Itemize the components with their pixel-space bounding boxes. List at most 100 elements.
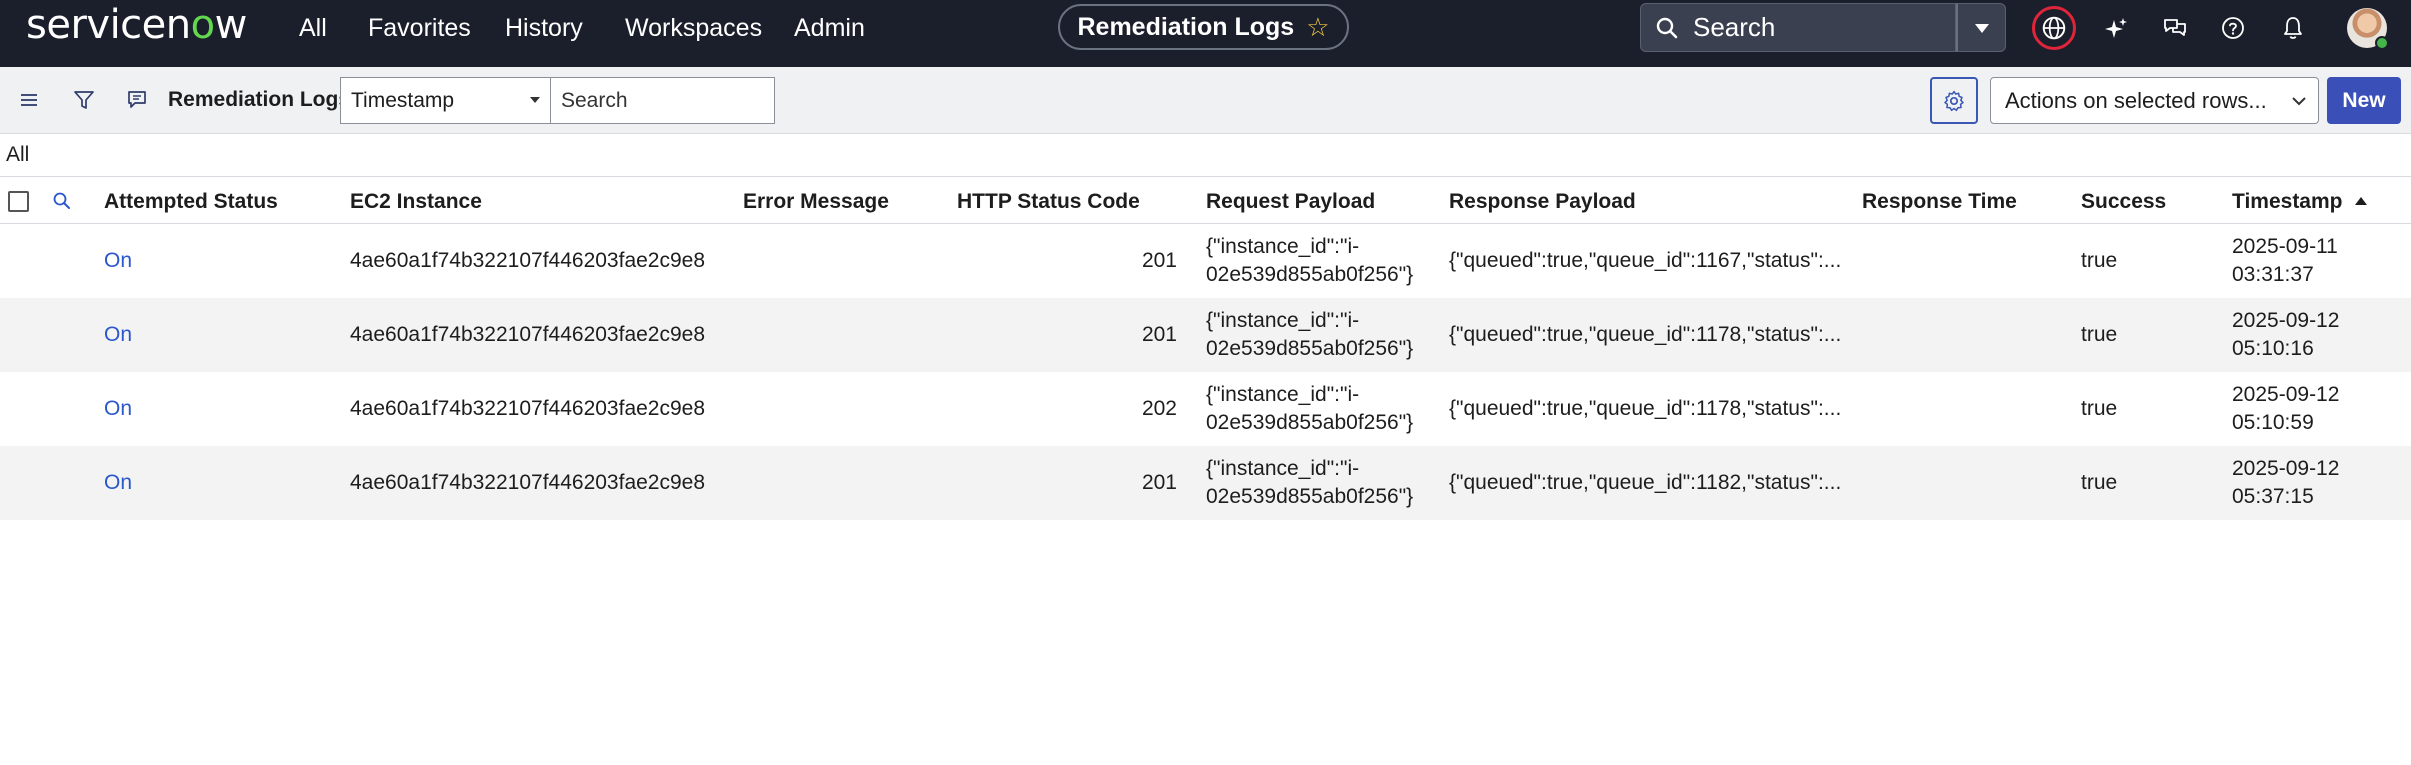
cell-response-payload: {"queued":true,"queue_id":1178,"status":… <box>1449 323 1842 346</box>
cell-timestamp-date: 2025-09-12 <box>2232 309 2340 332</box>
cell-request-payload: {"instance_id":"i- 02e539d855ab0f256"} <box>1206 381 1413 437</box>
table-header: Attempted Status EC2 Instance Error Mess… <box>0 177 2411 224</box>
cell-response-payload: {"queued":true,"queue_id":1178,"status":… <box>1449 397 1842 420</box>
global-search-input[interactable]: Search <box>1640 3 1956 52</box>
cell-timestamp-time: 05:37:15 <box>2232 485 2314 508</box>
chevron-down-icon <box>2292 97 2306 106</box>
cell-request-payload-line-1: {"instance_id":"i- <box>1206 457 1360 480</box>
breadcrumb[interactable]: All <box>6 143 29 167</box>
cell-response-payload: {"queued":true,"queue_id":1182,"status":… <box>1449 471 1842 494</box>
list-context-icon[interactable] <box>122 85 152 115</box>
sparkle-icon[interactable] <box>2096 8 2136 48</box>
logo-text-end: w <box>214 2 248 48</box>
cell-ec2-instance: 4ae60a1f74b322107f446203fae2c9e8 <box>350 397 706 420</box>
cell-ec2-instance: 4ae60a1f74b322107f446203fae2c9e8 <box>350 471 706 494</box>
column-header-success[interactable]: Success <box>2081 190 2166 214</box>
nav-workspaces[interactable]: Workspaces <box>625 14 762 43</box>
cell-ec2-instance: 4ae60a1f74b322107f446203fae2c9e8 <box>350 323 706 346</box>
search-scope-dropdown[interactable] <box>1956 3 2006 52</box>
cell-ec2-instance: 4ae60a1f74b322107f446203fae2c9e8 <box>350 249 706 272</box>
top-navigation-bar: servicenow All Favorites History Workspa… <box>0 0 2411 67</box>
cell-request-payload-line-2: 02e539d855ab0f256"} <box>1206 263 1414 286</box>
table-row[interactable]: On 4ae60a1f74b322107f446203fae2c9e8 201 … <box>0 298 2411 372</box>
column-header-ec2-instance[interactable]: EC2 Instance <box>350 190 482 214</box>
nav-admin[interactable]: Admin <box>794 14 865 43</box>
cell-http-status-code: 201 <box>1141 249 1177 272</box>
table-row[interactable]: On 4ae60a1f74b322107f446203fae2c9e8 201 … <box>0 224 2411 298</box>
cell-request-payload-line-1: {"instance_id":"i- <box>1206 383 1360 406</box>
cell-http-status-code: 201 <box>1141 471 1177 494</box>
select-all-checkbox[interactable] <box>8 191 29 212</box>
cell-timestamp: 2025-09-12 05:10:16 <box>2232 307 2339 363</box>
cell-attempted-status[interactable]: On <box>104 395 132 423</box>
cell-success: true <box>2081 471 2118 494</box>
cell-timestamp-date: 2025-09-12 <box>2232 383 2340 406</box>
table-row[interactable]: On 4ae60a1f74b322107f446203fae2c9e8 201 … <box>0 446 2411 520</box>
column-header-timestamp-label: Timestamp <box>2232 190 2343 213</box>
cell-request-payload: {"instance_id":"i- 02e539d855ab0f256"} <box>1206 233 1413 289</box>
cell-http-status-code: 202 <box>1141 397 1177 420</box>
nav-all[interactable]: All <box>299 14 327 43</box>
list-search-input[interactable] <box>550 77 775 124</box>
cell-attempted-status[interactable]: On <box>104 321 132 349</box>
context-title-pill[interactable]: Remediation Logs ☆ <box>1058 4 1349 50</box>
table-row[interactable]: On 4ae60a1f74b322107f446203fae2c9e8 202 … <box>0 372 2411 446</box>
nav-history[interactable]: History <box>505 14 583 43</box>
new-record-button[interactable]: New <box>2327 77 2401 124</box>
filter-icon[interactable] <box>69 85 99 115</box>
cell-success: true <box>2081 249 2118 272</box>
chat-icon[interactable] <box>2155 8 2195 48</box>
gear-icon <box>1944 90 1964 111</box>
cell-timestamp-date: 2025-09-11 <box>2232 235 2338 258</box>
cell-timestamp-time: 05:10:16 <box>2232 337 2314 360</box>
cell-http-status-code: 201 <box>1141 323 1177 346</box>
servicenow-logo[interactable]: servicenow <box>26 2 247 48</box>
user-avatar[interactable] <box>2347 8 2389 50</box>
nav-favorites[interactable]: Favorites <box>368 14 471 43</box>
logo-text-accent: o <box>190 2 215 48</box>
column-header-response-payload[interactable]: Response Payload <box>1449 190 1636 214</box>
column-header-error-message[interactable]: Error Message <box>743 190 889 214</box>
cell-success: true <box>2081 323 2118 346</box>
chevron-down-icon <box>1974 23 1989 33</box>
globe-icon[interactable] <box>2032 6 2076 50</box>
column-header-response-time[interactable]: Response Time <box>1862 190 2017 214</box>
search-field-select[interactable]: Timestamp <box>340 77 551 124</box>
hamburger-menu-icon[interactable] <box>14 85 44 115</box>
cell-request-payload-line-2: 02e539d855ab0f256"} <box>1206 485 1414 508</box>
list-header-bar: Remediation Logs Timestamp Actions on se… <box>0 67 2411 134</box>
cell-timestamp: 2025-09-12 05:10:59 <box>2232 381 2339 437</box>
global-search-placeholder: Search <box>1693 12 1776 42</box>
logo-text-start: servicen <box>26 2 191 48</box>
cell-request-payload-line-1: {"instance_id":"i- <box>1206 235 1360 258</box>
cell-request-payload-line-1: {"instance_id":"i- <box>1206 309 1360 332</box>
cell-request-payload: {"instance_id":"i- 02e539d855ab0f256"} <box>1206 455 1413 511</box>
bell-icon[interactable] <box>2273 8 2313 48</box>
cell-request-payload-line-2: 02e539d855ab0f256"} <box>1206 411 1414 434</box>
context-title: Remediation Logs <box>1077 12 1295 41</box>
list-title: Remediation Logs <box>168 88 351 111</box>
column-header-timestamp[interactable]: Timestamp <box>2232 190 2367 214</box>
column-header-http-status-code[interactable]: HTTP Status Code <box>957 190 1140 214</box>
help-icon[interactable] <box>2213 8 2253 48</box>
cell-timestamp-time: 05:10:59 <box>2232 411 2314 434</box>
search-field-select-value: Timestamp <box>351 88 455 112</box>
cell-request-payload-line-2: 02e539d855ab0f256"} <box>1206 337 1414 360</box>
column-header-attempted-status[interactable]: Attempted Status <box>104 190 278 214</box>
cell-request-payload: {"instance_id":"i- 02e539d855ab0f256"} <box>1206 307 1413 363</box>
star-icon[interactable]: ☆ <box>1306 12 1329 43</box>
search-icon <box>1656 17 1678 38</box>
search-icon[interactable] <box>52 191 72 211</box>
actions-select-value: Actions on selected rows... <box>2005 87 2267 113</box>
list-settings-button[interactable] <box>1930 77 1978 124</box>
cell-timestamp: 2025-09-12 05:37:15 <box>2232 455 2339 511</box>
cell-attempted-status[interactable]: On <box>104 469 132 497</box>
cell-timestamp-date: 2025-09-12 <box>2232 457 2340 480</box>
caret-down-icon <box>530 97 540 103</box>
sort-ascending-icon <box>2354 197 2367 205</box>
online-status-indicator <box>2375 36 2389 50</box>
cell-timestamp-time: 03:31:37 <box>2232 263 2314 286</box>
column-header-request-payload[interactable]: Request Payload <box>1206 190 1375 214</box>
actions-on-selected-rows-select[interactable]: Actions on selected rows... <box>1990 77 2319 124</box>
cell-attempted-status[interactable]: On <box>104 247 132 275</box>
